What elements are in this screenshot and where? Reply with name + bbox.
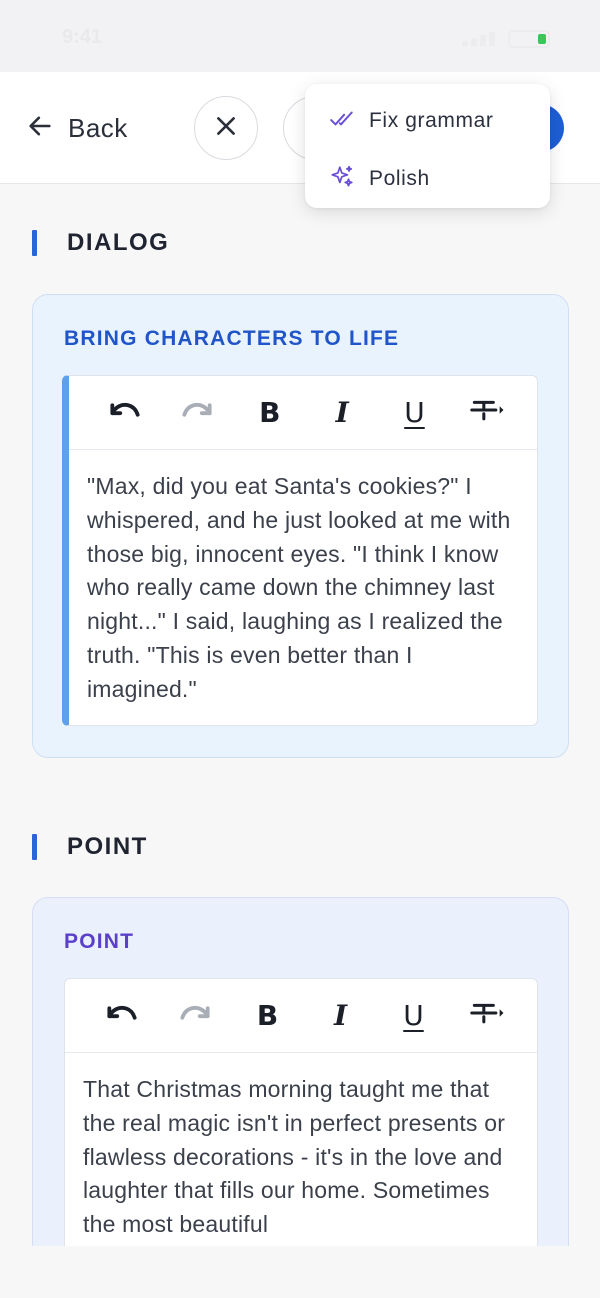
arrow-left-icon [26,112,54,145]
fix-grammar-option[interactable]: Fix grammar [305,92,550,150]
undo-icon [106,391,144,434]
sparkle-icon [329,164,355,195]
back-button[interactable]: Back [26,106,128,150]
bold-button[interactable]: B [244,992,292,1040]
bold-label: B [259,396,281,429]
underline-button[interactable]: U [390,389,438,437]
redo-button[interactable] [173,389,221,437]
italic-button[interactable]: I [318,389,366,437]
bottom-safe-area [0,1246,600,1298]
undo-button[interactable] [98,992,146,1040]
strikethrough-button[interactable] [463,389,511,437]
strikethrough-icon [468,391,506,434]
bold-button[interactable]: B [246,389,294,437]
italic-label: I [333,999,348,1032]
section-accent-bar [32,834,37,860]
battery-icon [508,30,550,48]
section-accent-bar [32,230,37,256]
double-check-icon [329,106,355,137]
dialog-card: BRING CHARACTERS TO LIFE B I U "Max, did… [32,294,569,758]
status-bar: 9:41 [0,0,600,72]
fix-grammar-label: Fix grammar [369,109,494,132]
italic-button[interactable]: I [317,992,365,1040]
section-label: DIALOG [67,229,170,256]
dialog-text[interactable]: "Max, did you eat Santa's cookies?" I wh… [69,450,537,707]
italic-label: I [335,396,349,429]
undo-button[interactable] [101,389,149,437]
close-icon [213,113,239,144]
strikethrough-icon [468,994,506,1037]
section-title-point: POINT [32,833,148,861]
card-label: BRING CHARACTERS TO LIFE [64,327,400,350]
section-title-dialog: DIALOG [32,229,169,257]
underline-label: U [403,999,424,1032]
dialog-editor: B I U "Max, did you eat Santa's cookies?… [62,375,538,726]
underline-button[interactable]: U [390,992,438,1040]
status-time: 9:41 [62,26,103,48]
undo-icon [103,994,141,1037]
redo-icon [176,994,214,1037]
editor-toolbar: B I U [65,979,537,1053]
redo-icon [178,391,216,434]
point-text[interactable]: That Christmas morning taught me that th… [65,1053,537,1242]
polish-option[interactable]: Polish [305,150,550,208]
close-button[interactable] [194,96,258,160]
redo-button[interactable] [171,992,219,1040]
editor-toolbar: B I U [69,376,537,450]
point-card: POINT B I U That Christmas morning taugh… [32,897,569,1298]
strikethrough-button[interactable] [463,992,511,1040]
back-label: Back [68,112,128,143]
underline-label: U [404,396,425,429]
signal-icon [462,30,502,46]
polish-label: Polish [369,167,430,190]
section-label: POINT [67,833,148,860]
card-label: POINT [64,930,135,953]
bold-label: B [256,999,279,1032]
ai-dropdown-menu: Fix grammar Polish [305,84,550,208]
